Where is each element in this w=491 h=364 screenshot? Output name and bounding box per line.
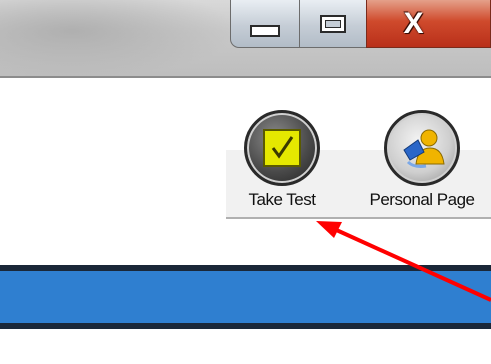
window-controls: X [230, 0, 491, 52]
personal-page-label: Personal Page [369, 190, 475, 209]
checkmark-icon [271, 136, 294, 159]
minimize-icon [250, 24, 280, 37]
maximize-button[interactable] [299, 0, 367, 48]
titlebar-divider [0, 76, 491, 78]
checkbox-icon [244, 110, 320, 186]
personal-page-button[interactable]: Personal Page [362, 110, 482, 220]
maximize-icon [320, 14, 346, 33]
checkmark-box [263, 129, 301, 167]
take-test-button[interactable]: Take Test [222, 110, 342, 220]
close-button[interactable]: X [366, 0, 491, 48]
blue-header-bar [0, 265, 491, 329]
take-test-label: Take Test [248, 190, 316, 209]
minimize-button[interactable] [230, 0, 300, 48]
close-icon: X [403, 6, 424, 40]
window-titlebar: X [0, 0, 491, 78]
person-glyph [403, 129, 445, 168]
person-icon [384, 110, 460, 186]
titlebar-background [0, 0, 240, 78]
